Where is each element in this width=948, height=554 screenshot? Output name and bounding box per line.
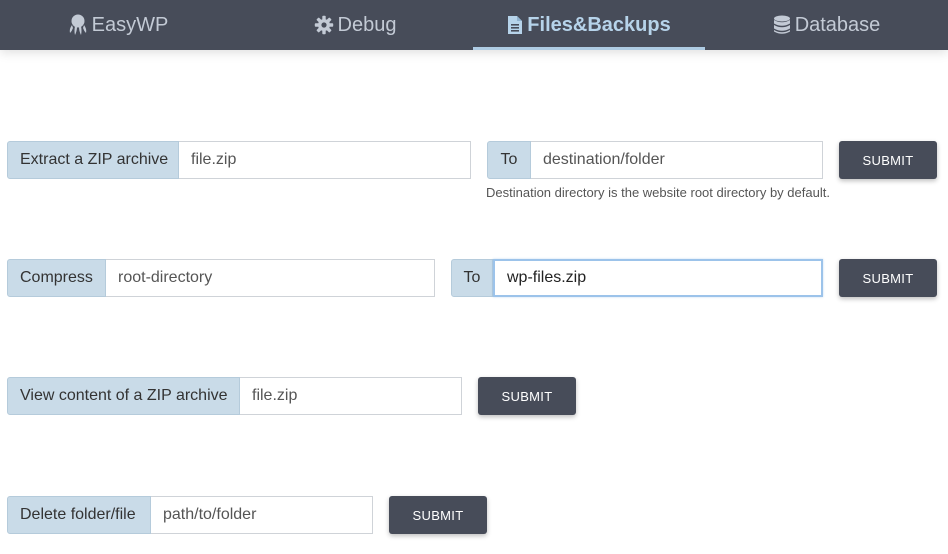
gear-icon <box>314 15 334 35</box>
compress-label: Compress <box>7 259 106 297</box>
compress-destination-input[interactable] <box>493 259 823 297</box>
top-nav: EasyWP Debug Files&Backups Database <box>0 0 948 50</box>
extract-label: Extract a ZIP archive <box>7 141 179 179</box>
compress-to-label: To <box>451 259 493 297</box>
extract-submit-button[interactable]: SUBMIT <box>839 141 937 179</box>
view-zip-submit-button[interactable]: SUBMIT <box>478 377 576 415</box>
delete-submit-button[interactable]: SUBMIT <box>389 496 487 534</box>
compress-submit-button[interactable]: SUBMIT <box>839 259 937 297</box>
database-icon <box>773 15 791 35</box>
tab-label: Debug <box>337 13 397 36</box>
delete-path-input[interactable] <box>151 496 373 534</box>
tab-label: Files&Backups <box>527 13 671 36</box>
extract-destination-input[interactable] <box>531 141 823 179</box>
tab-database[interactable]: Database <box>705 0 948 50</box>
octopus-icon <box>68 14 88 36</box>
view-zip-source-input[interactable] <box>240 377 462 415</box>
extract-source-input[interactable] <box>179 141 471 179</box>
tab-easywp[interactable]: EasyWP <box>0 0 236 50</box>
delete-label: Delete folder/file <box>7 496 151 534</box>
tab-label: Database <box>794 13 881 36</box>
tab-debug[interactable]: Debug <box>237 0 473 50</box>
tab-files-backups[interactable]: Files&Backups <box>473 0 705 50</box>
extract-to-label: To <box>487 141 531 179</box>
tab-label: EasyWP <box>91 13 169 36</box>
file-icon <box>507 15 523 35</box>
view-zip-label: View content of a ZIP archive <box>7 377 240 415</box>
compress-source-input[interactable] <box>106 259 435 297</box>
extract-destination-hint: Destination directory is the website roo… <box>486 185 830 200</box>
